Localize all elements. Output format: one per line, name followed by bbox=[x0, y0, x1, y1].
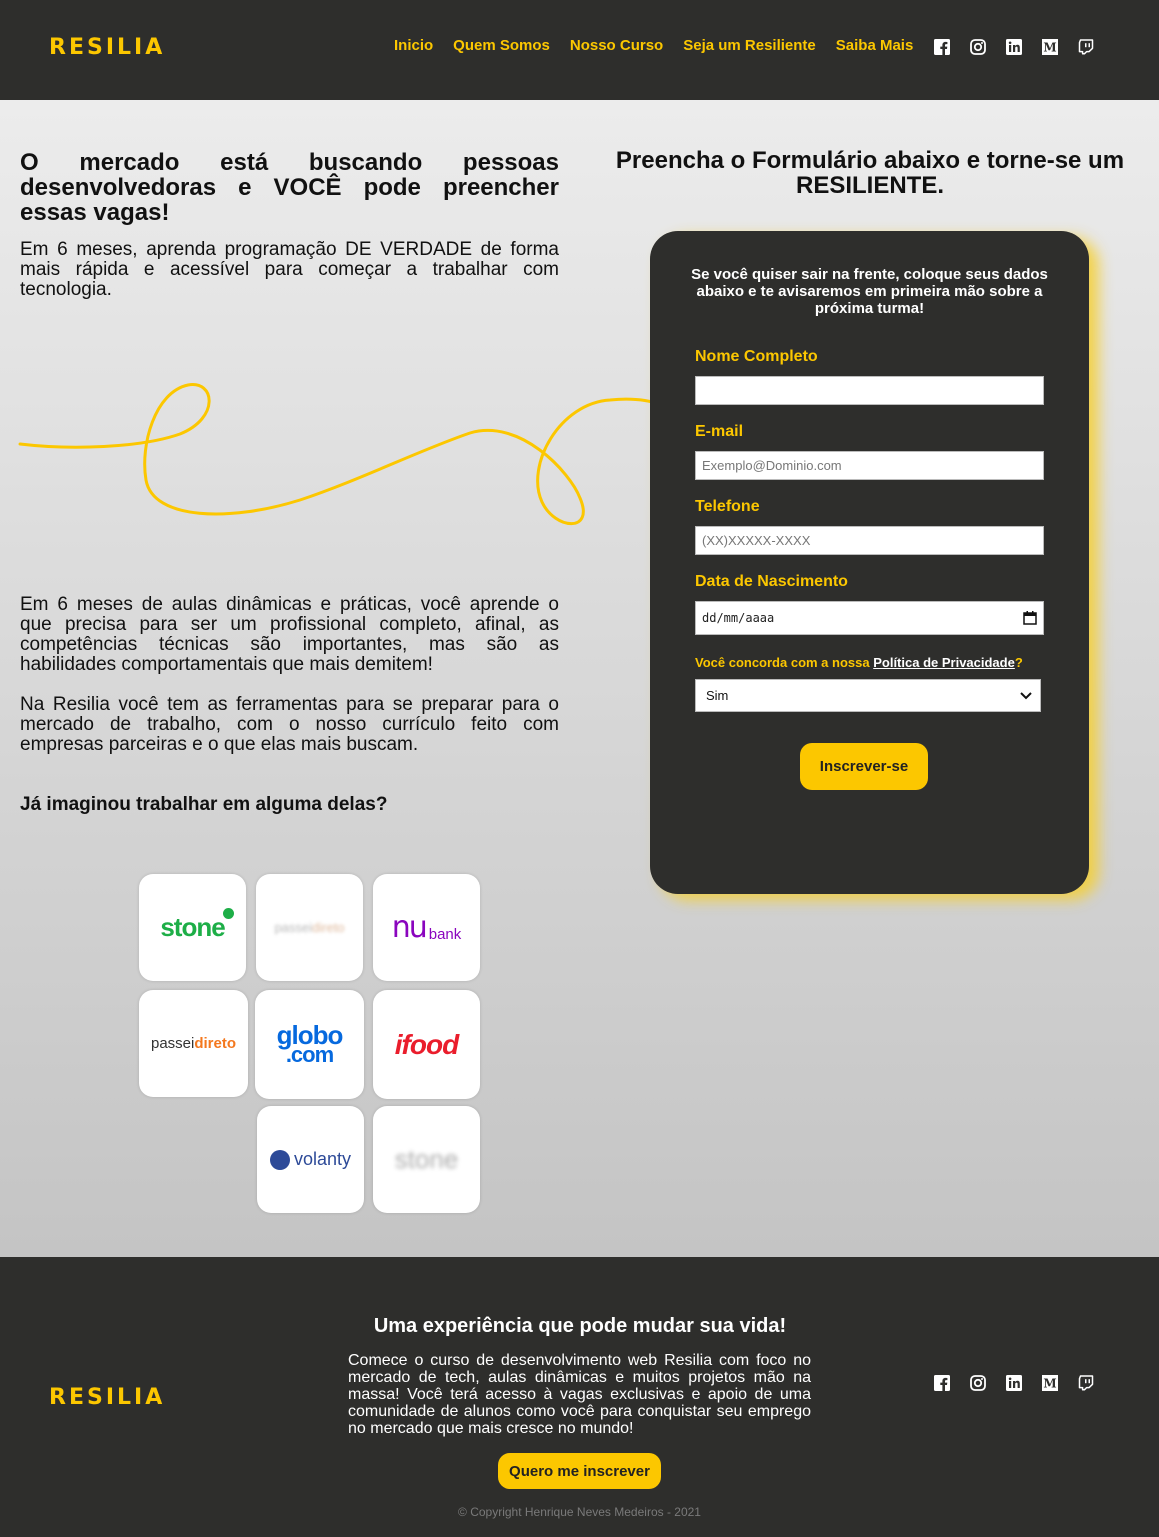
nav-quem-somos[interactable]: Quem Somos bbox=[453, 37, 550, 54]
footer-social-links: M bbox=[934, 1375, 1094, 1391]
nav-nosso-curso[interactable]: Nosso Curso bbox=[570, 37, 663, 54]
linkedin-icon[interactable] bbox=[1006, 1375, 1022, 1391]
footer-logo[interactable]: RESILIA bbox=[49, 1385, 165, 1410]
logo-passeidireto: passei direto bbox=[139, 990, 248, 1097]
site-header: RESILIA Inicio Quem Somos Nosso Curso Se… bbox=[0, 0, 1159, 100]
email-label: E-mail bbox=[695, 423, 744, 440]
email-input[interactable] bbox=[695, 451, 1044, 480]
phone-input[interactable] bbox=[695, 526, 1044, 555]
facebook-icon[interactable] bbox=[934, 1375, 950, 1391]
privacy-question: Você concorda com a nossa Política de Pr… bbox=[695, 655, 1023, 670]
phone-label: Telefone bbox=[695, 498, 760, 515]
site-footer: RESILIA Uma experiência que pode mudar s… bbox=[0, 1257, 1159, 1537]
site-logo[interactable]: RESILIA bbox=[49, 35, 165, 60]
medium-icon[interactable]: M bbox=[1042, 1375, 1058, 1391]
main-nav: Inicio Quem Somos Nosso Curso Seja um Re… bbox=[394, 37, 913, 54]
logo-ifood: ifood bbox=[373, 990, 480, 1099]
logo-stone: stone bbox=[139, 874, 246, 981]
resilia-paragraph: Na Resilia você tem as ferramentas para … bbox=[20, 694, 559, 755]
decorative-swirl bbox=[18, 383, 654, 525]
privacy-select[interactable]: Sim bbox=[695, 679, 1041, 712]
logo-globo: globo .com bbox=[255, 990, 364, 1099]
course-paragraph: Em 6 meses de aulas dinâmicas e práticas… bbox=[20, 594, 559, 675]
svg-text:M: M bbox=[1043, 41, 1056, 55]
form-intro: Se você quiser sair na frente, coloque s… bbox=[691, 266, 1048, 317]
calendar-icon[interactable] bbox=[1023, 611, 1037, 625]
nav-saiba-mais[interactable]: Saiba Mais bbox=[836, 37, 914, 54]
nav-seja-resiliente[interactable]: Seja um Resiliente bbox=[683, 37, 816, 54]
privacy-select-value: Sim bbox=[706, 688, 729, 703]
submit-button[interactable]: Inscrever-se bbox=[800, 743, 928, 790]
signup-form-card: Se você quiser sair na frente, coloque s… bbox=[650, 231, 1089, 894]
instagram-icon[interactable] bbox=[970, 1375, 986, 1391]
medium-icon[interactable]: M bbox=[1042, 39, 1058, 55]
stone-mark-icon bbox=[223, 908, 234, 919]
hero-intro: Em 6 meses, aprenda programação DE VERDA… bbox=[20, 239, 559, 300]
privacy-policy-link[interactable]: Política de Privacidade bbox=[873, 655, 1015, 670]
twitch-icon[interactable] bbox=[1078, 1375, 1094, 1391]
nav-inicio[interactable]: Inicio bbox=[394, 37, 433, 54]
hero-headline: O mercado está buscando pessoas desenvol… bbox=[20, 149, 559, 226]
footer-text: Comece o curso de desenvolvimento web Re… bbox=[348, 1352, 811, 1437]
twitch-icon[interactable] bbox=[1078, 39, 1094, 55]
copyright: © Copyright Henrique Neves Medeiros - 20… bbox=[458, 1505, 701, 1519]
facebook-icon[interactable] bbox=[934, 39, 950, 55]
logo-nubank: nu bank bbox=[373, 874, 480, 981]
name-input[interactable] bbox=[695, 376, 1044, 405]
volanty-car-icon bbox=[269, 1149, 290, 1170]
logo-stone-blurred: stone bbox=[373, 1106, 480, 1213]
birthdate-label: Data de Nascimento bbox=[695, 573, 848, 590]
footer-cta-button[interactable]: Quero me inscrever bbox=[498, 1453, 661, 1489]
logo-passeidireto-blurred: passeidireto bbox=[256, 874, 363, 981]
footer-title: Uma experiência que pode mudar sua vida! bbox=[373, 1315, 787, 1337]
form-title: Preencha o Formulário abaixo e torne-se … bbox=[615, 147, 1125, 199]
name-label: Nome Completo bbox=[695, 348, 818, 365]
instagram-icon[interactable] bbox=[970, 39, 986, 55]
companies-title: Já imaginou trabalhar em alguma delas? bbox=[20, 794, 388, 815]
birthdate-placeholder: dd/mm/aaaa bbox=[702, 611, 775, 625]
header-social-links: M bbox=[934, 39, 1094, 55]
birthdate-input[interactable]: dd/mm/aaaa bbox=[695, 601, 1044, 635]
linkedin-icon[interactable] bbox=[1006, 39, 1022, 55]
chevron-down-icon bbox=[1020, 691, 1032, 699]
logo-volanty: volanty bbox=[257, 1106, 364, 1213]
main-section: O mercado está buscando pessoas desenvol… bbox=[0, 100, 1159, 1257]
svg-text:M: M bbox=[1043, 1377, 1056, 1391]
